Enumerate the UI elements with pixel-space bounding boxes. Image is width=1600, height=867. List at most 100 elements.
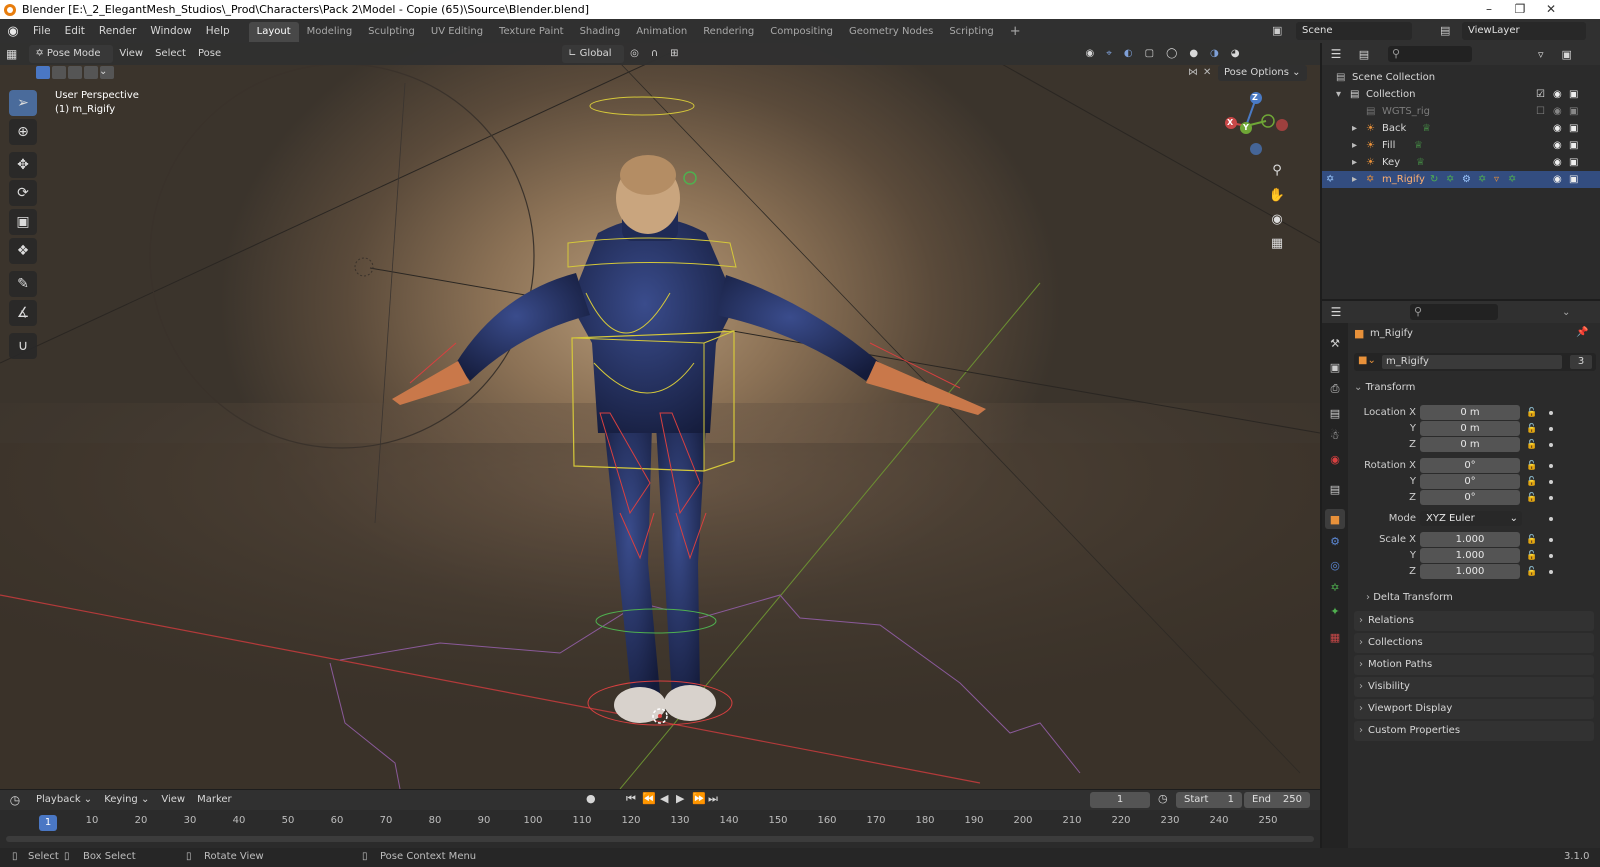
outliner-editor-icon[interactable]: ☰ <box>1322 47 1350 61</box>
texture-tab-icon[interactable]: ▦ <box>1325 627 1345 647</box>
viewport-display-panel-header[interactable]: › Viewport Display <box>1354 699 1594 719</box>
eye-icon[interactable]: ◉ <box>1553 137 1562 154</box>
snap-icon[interactable]: ∩ <box>645 45 664 63</box>
lock-icon[interactable]: 🔓 <box>1526 490 1537 506</box>
move-tool[interactable]: ✥ <box>9 152 37 178</box>
object-browse-icon[interactable]: ■⌄ <box>1358 355 1376 366</box>
wireframe-shading-icon[interactable]: ◯ <box>1160 45 1183 63</box>
gizmo-toggle-icon[interactable]: ⌖ <box>1100 45 1118 63</box>
lock-icon[interactable]: 🔓 <box>1526 458 1537 474</box>
cursor-tool[interactable]: ⊕ <box>9 119 37 145</box>
location-z-field[interactable]: 0 m <box>1420 437 1520 452</box>
pan-hand-icon[interactable]: ✋ <box>1266 184 1288 206</box>
jump-end-icon[interactable]: ⏭ <box>708 792 718 806</box>
visibility-panel-header[interactable]: › Visibility <box>1354 677 1594 697</box>
outliner-row-wgts-rig[interactable]: ▤ WGTS_rig ☐ ◉ ▣ <box>1322 103 1600 120</box>
measure-tool[interactable]: ∡ <box>9 300 37 326</box>
menu-view[interactable]: View <box>155 791 191 809</box>
keyframe-dot[interactable] <box>1549 538 1553 542</box>
tab-compositing[interactable]: Compositing <box>762 22 841 42</box>
location-x-field[interactable]: 0 m <box>1420 405 1520 420</box>
camera-icon[interactable]: ▣ <box>1569 120 1578 137</box>
scene-field[interactable]: Scene <box>1296 22 1412 40</box>
transform-panel-header[interactable]: ⌄ Transform <box>1354 379 1596 397</box>
collections-panel-header[interactable]: › Collections <box>1354 633 1594 653</box>
expand-arrow-icon[interactable]: ▸ <box>1352 171 1357 188</box>
keyframe-dot[interactable] <box>1549 517 1553 521</box>
pose-options-dropdown[interactable]: Pose Options ⌄ <box>1218 65 1307 81</box>
viewlayer-selector-icon[interactable]: ▤ <box>1440 24 1450 37</box>
start-frame-field[interactable]: Start 1 <box>1176 792 1242 808</box>
menu-help[interactable]: Help <box>199 19 237 43</box>
tab-uv-editing[interactable]: UV Editing <box>423 22 491 42</box>
maximize-icon[interactable]: ❐ <box>1505 0 1535 19</box>
display-mode-icon[interactable]: ▤ <box>1350 48 1378 61</box>
menu-playback[interactable]: Playback ⌄ <box>30 791 98 809</box>
tab-layout[interactable]: Layout <box>248 22 299 42</box>
outliner-row-fill[interactable]: ▸ ☀ Fill ♕ ◉ ▣ <box>1322 137 1600 154</box>
camera-icon[interactable]: ▣ <box>1569 154 1578 171</box>
keyframe-dot[interactable] <box>1549 464 1553 468</box>
chevron-down-icon[interactable]: ⌄ <box>1562 307 1570 318</box>
checkbox-icon[interactable]: ☑ <box>1536 86 1545 103</box>
lock-icon[interactable]: 🔓 <box>1526 405 1537 421</box>
pivot-icon[interactable]: ◎ <box>624 45 645 63</box>
select-extend-icon[interactable] <box>52 66 66 79</box>
editor-type-icon[interactable]: ▦ <box>0 45 23 63</box>
pin-icon[interactable]: 📌 <box>1576 327 1588 338</box>
tab-animation[interactable]: Animation <box>628 22 695 42</box>
camera-icon[interactable]: ▣ <box>1569 86 1578 103</box>
select-invert-icon[interactable] <box>84 66 98 79</box>
menu-pose[interactable]: Pose <box>192 45 227 63</box>
location-y-field[interactable]: 0 m <box>1420 421 1520 436</box>
eye-icon[interactable]: ◉ <box>1553 120 1562 137</box>
menu-file[interactable]: File <box>26 19 58 43</box>
eye-icon[interactable]: ◉ <box>1553 86 1562 103</box>
select-box-tool[interactable]: ➢ <box>9 90 37 116</box>
outliner-row-key[interactable]: ▸ ☀ Key ♕ ◉ ▣ <box>1322 154 1600 171</box>
next-keyframe-icon[interactable]: ⏩ <box>692 792 706 805</box>
menu-render[interactable]: Render <box>92 19 143 43</box>
output-tab-icon[interactable]: ⎙ <box>1325 379 1345 399</box>
expand-arrow-icon[interactable]: ▸ <box>1352 137 1357 154</box>
current-frame-field[interactable]: 1 <box>1090 792 1150 808</box>
menu-marker[interactable]: Marker <box>191 791 238 809</box>
menu-keying[interactable]: Keying ⌄ <box>98 791 155 809</box>
view-layer-field[interactable]: ViewLayer <box>1462 22 1586 40</box>
relations-panel-header[interactable]: › Relations <box>1354 611 1594 631</box>
menu-select[interactable]: Select <box>149 45 192 63</box>
3d-viewport[interactable]: ▦ ✡ Pose Mode ⌄ View Select Pose ∟ Globa… <box>0 43 1320 789</box>
transform-tool[interactable]: ❖ <box>9 238 37 264</box>
eye-icon[interactable]: ◉ <box>1553 171 1562 188</box>
solid-shading-icon[interactable]: ● <box>1183 45 1204 63</box>
tab-texture-paint[interactable]: Texture Paint <box>491 22 572 42</box>
rotation-z-field[interactable]: 0° <box>1420 490 1520 505</box>
timeline-scrollbar[interactable] <box>6 836 1314 842</box>
lock-icon[interactable]: 🔓 <box>1526 564 1537 580</box>
tab-scripting[interactable]: Scripting <box>941 22 1001 42</box>
scale-y-field[interactable]: 1.000 <box>1420 548 1520 563</box>
outliner-row-collection[interactable]: ▾ ▤ Collection ☑ ◉ ▣ <box>1322 86 1600 103</box>
visibility-icon[interactable]: ◉ <box>1080 45 1101 63</box>
menu-window[interactable]: Window <box>143 19 198 43</box>
play-reverse-icon[interactable]: ◀ <box>660 792 668 805</box>
rotation-y-field[interactable]: 0° <box>1420 474 1520 489</box>
perspective-toggle-icon[interactable]: ▦ <box>1266 232 1288 254</box>
camera-icon[interactable]: ▣ <box>1569 103 1578 120</box>
expand-arrow-icon[interactable]: ▸ <box>1352 154 1357 171</box>
keyframe-dot[interactable] <box>1549 443 1553 447</box>
relax-pose-tool[interactable]: ∪ <box>9 333 37 359</box>
eye-icon[interactable]: ◉ <box>1553 154 1562 171</box>
keyframe-dot[interactable] <box>1549 496 1553 500</box>
prev-keyframe-icon[interactable]: ⏪ <box>642 792 656 805</box>
timeline-ruler[interactable]: 1 10 20 30 40 50 60 70 80 90 100 110 120… <box>0 812 1320 832</box>
select-subtract-icon[interactable] <box>68 66 82 79</box>
expand-arrow-icon[interactable]: ▸ <box>1352 120 1357 137</box>
overlays-icon[interactable]: ◐ <box>1118 45 1139 63</box>
rotation-mode-dropdown[interactable]: XYZ Euler ⌄ <box>1420 511 1522 526</box>
snap-target-icon[interactable]: ⊞ <box>664 45 684 63</box>
eye-icon[interactable]: ◉ <box>1553 103 1562 120</box>
outliner-row-scene-collection[interactable]: ▤ Scene Collection <box>1322 69 1600 86</box>
orientation-gizmo-icon[interactable]: ⋈ <box>1188 67 1198 78</box>
gizmo-y-label[interactable]: Y <box>1243 123 1249 132</box>
